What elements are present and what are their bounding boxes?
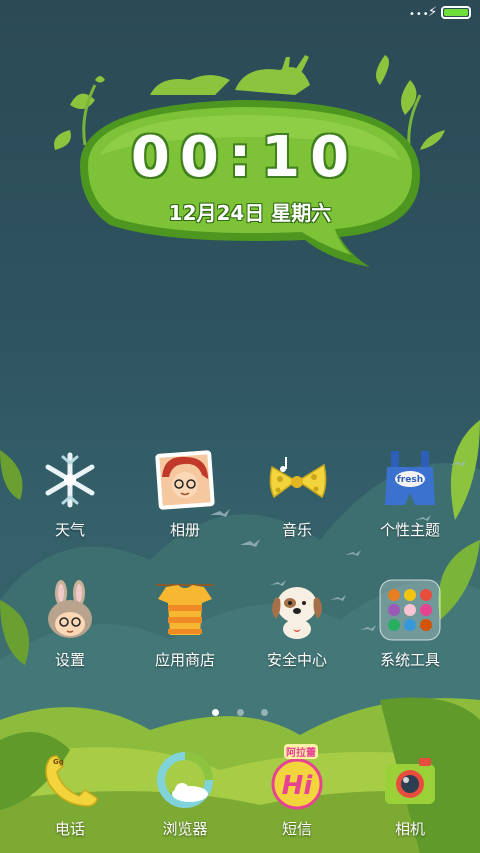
dock: Gg 电话 浏览器 Hi 阿拉蕾 短信 相机 bbox=[0, 740, 480, 853]
signal-dots: ••• bbox=[409, 9, 430, 20]
svg-text:fresh: fresh bbox=[397, 475, 423, 485]
app-security[interactable]: 安全中心 bbox=[237, 579, 357, 670]
page-dot[interactable] bbox=[236, 709, 244, 716]
app-label: 应用商店 bbox=[154, 652, 215, 669]
app-label: 安全中心 bbox=[266, 652, 327, 669]
phone-handset-icon: Gg bbox=[39, 750, 101, 812]
tools-folder-icon bbox=[379, 579, 441, 641]
page-dot[interactable] bbox=[260, 709, 268, 716]
app-system-tools[interactable]: 系统工具 bbox=[350, 579, 470, 670]
app-label: 设置 bbox=[54, 652, 85, 669]
status-bar: ••• ⚡ bbox=[0, 0, 480, 28]
camera-icon bbox=[379, 750, 441, 812]
svg-text:Hi: Hi bbox=[282, 771, 314, 801]
dock-messages[interactable]: Hi 阿拉蕾 短信 bbox=[237, 744, 357, 839]
app-label: 浏览器 bbox=[162, 821, 208, 838]
app-label: 相册 bbox=[169, 522, 200, 539]
battery-icon bbox=[441, 6, 471, 19]
svg-text:Gg: Gg bbox=[53, 758, 64, 766]
dock-phone[interactable]: Gg 电话 bbox=[10, 750, 130, 839]
page-indicator[interactable] bbox=[0, 701, 480, 720]
fresh-overalls-icon: fresh bbox=[379, 449, 441, 511]
puppy-icon bbox=[266, 579, 328, 641]
app-weather[interactable]: 天气 bbox=[10, 449, 130, 540]
app-label: 相机 bbox=[394, 821, 425, 838]
dock-browser[interactable]: 浏览器 bbox=[125, 750, 245, 839]
app-store[interactable]: 应用商店 bbox=[125, 579, 245, 670]
app-gallery[interactable]: 相册 bbox=[125, 449, 245, 540]
bunny-girl-icon bbox=[39, 579, 101, 641]
cheese-bow-icon bbox=[266, 449, 328, 511]
clock-date: 12月24日 星期六 bbox=[168, 201, 332, 225]
app-label: 音乐 bbox=[281, 522, 312, 539]
app-label: 个性主题 bbox=[379, 522, 440, 539]
app-settings[interactable]: 设置 bbox=[10, 579, 130, 670]
girl-portrait-icon bbox=[154, 449, 216, 511]
clock-time: 00:10 bbox=[130, 125, 360, 190]
app-music[interactable]: 音乐 bbox=[237, 449, 357, 540]
clock-widget[interactable]: 00:10 12月24日 星期六 bbox=[40, 55, 460, 280]
tshirt-icon bbox=[154, 579, 216, 641]
app-themes[interactable]: fresh 个性主题 bbox=[350, 449, 470, 540]
app-label: 系统工具 bbox=[379, 652, 440, 669]
dock-camera[interactable]: 相机 bbox=[350, 750, 470, 839]
snowflake-icon bbox=[39, 449, 101, 511]
app-label: 天气 bbox=[54, 522, 85, 539]
app-badge: 阿拉蕾 bbox=[284, 744, 318, 759]
hi-bubble-icon: Hi 阿拉蕾 bbox=[266, 744, 328, 812]
battery-level bbox=[444, 9, 468, 16]
app-label: 短信 bbox=[281, 821, 312, 838]
page-dot[interactable] bbox=[212, 709, 220, 716]
browser-globe-icon bbox=[154, 750, 216, 812]
app-label: 电话 bbox=[54, 821, 85, 838]
charging-bolt-icon: ⚡ bbox=[428, 5, 438, 20]
